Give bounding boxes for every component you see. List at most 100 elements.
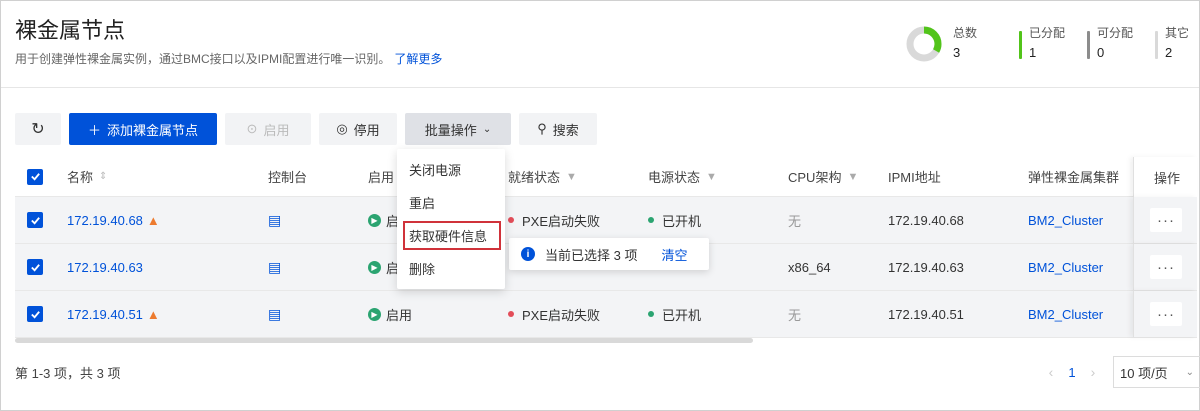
ready-status: PXE启动失败 xyxy=(522,307,601,323)
plus-icon: ＋ xyxy=(87,122,101,138)
power-status: 已开机 xyxy=(662,213,702,229)
console-icon[interactable]: ▤ xyxy=(268,259,281,276)
row-checkbox[interactable] xyxy=(27,212,43,228)
enabled-status-icon: ▶ xyxy=(368,307,381,321)
chevron-down-icon: ⌄ xyxy=(482,123,492,135)
enable-button[interactable]: ⊙ 启用 xyxy=(225,113,311,145)
pagination-summary: 第 1-3 项，共 3 项 xyxy=(15,366,121,381)
more-actions-button[interactable]: ··· xyxy=(1150,302,1182,326)
warning-icon: ▲ xyxy=(146,306,160,322)
row-checkbox[interactable] xyxy=(27,306,43,322)
power-status: 已开机 xyxy=(662,307,702,323)
table-row: 172.19.40.68 ▲ ▤ ▶ 启 PXE启动失败 已开机 无 172.19.… xyxy=(15,197,1197,244)
search-label: 搜索 xyxy=(552,122,579,138)
prev-page-icon[interactable]: ‹ xyxy=(1041,364,1061,380)
col-ops: 操作 xyxy=(1154,170,1181,186)
menu-item-get-hardware-info[interactable]: 获取硬件信息 xyxy=(403,221,501,250)
batch-operations-menu: 关闭电源 重启 获取硬件信息 删除 xyxy=(397,149,505,289)
learn-more-link[interactable]: 了解更多 xyxy=(394,52,442,66)
row-checkbox[interactable] xyxy=(27,259,43,275)
refresh-icon: ↻ xyxy=(31,121,45,138)
filter-icon[interactable]: ▼ xyxy=(566,171,577,183)
page-size-select[interactable]: 10 项/页 ⌄ xyxy=(1113,356,1200,388)
stat-available-bar xyxy=(1087,31,1091,59)
cluster-link[interactable]: BM2_Cluster xyxy=(1028,244,1103,290)
search-button[interactable]: ⚲ 搜索 xyxy=(519,113,597,145)
info-icon: i xyxy=(521,247,535,261)
disable-button[interactable]: ◎ 停用 xyxy=(319,113,397,145)
cpu-arch: x86_64 xyxy=(788,259,831,275)
selection-popover: i 当前已选择 3 项 清空 xyxy=(509,238,709,270)
stat-allocated-label: 已分配 xyxy=(1029,26,1066,40)
cpu-arch: 无 xyxy=(788,213,802,229)
col-cluster: 弹性裸金属集群 xyxy=(1028,170,1120,185)
page-title: 裸金属节点 xyxy=(15,18,126,43)
cluster-link[interactable]: BM2_Cluster xyxy=(1028,197,1103,243)
stat-available-label: 可分配 xyxy=(1097,26,1134,40)
add-node-label: 添加裸金属节点 xyxy=(107,122,199,138)
power-status-dot xyxy=(648,311,654,317)
console-icon[interactable]: ▤ xyxy=(268,212,281,229)
stop-circle-icon: ◎ xyxy=(336,121,348,136)
col-cpu: CPU架构 ▼ xyxy=(788,170,859,185)
warning-icon: ▲ xyxy=(146,212,160,228)
cluster-link[interactable]: BM2_Cluster xyxy=(1028,291,1103,337)
stat-available: 可分配 0 xyxy=(1087,23,1133,63)
ready-status: PXE启动失败 xyxy=(522,213,601,229)
more-actions-button[interactable]: ··· xyxy=(1150,208,1182,232)
col-ipmi: IPMI地址 xyxy=(888,170,941,185)
enabled-status-icon: ▶ xyxy=(368,213,381,227)
stat-available-value: 0 xyxy=(1097,45,1105,60)
header-divider xyxy=(1,87,1199,88)
add-node-button[interactable]: ＋ 添加裸金属节点 xyxy=(69,113,217,145)
filter-icon[interactable]: ▼ xyxy=(706,171,717,183)
next-page-icon[interactable]: › xyxy=(1083,364,1103,380)
stat-total: 总数 3 xyxy=(953,23,977,63)
refresh-button[interactable]: ↻ xyxy=(15,113,61,145)
stat-allocated-bar xyxy=(1019,31,1023,59)
col-name[interactable]: 名称 ⇕ xyxy=(67,157,107,196)
batch-operations-button[interactable]: 批量操作 ⌄ xyxy=(405,113,511,145)
search-icon: ⚲ xyxy=(537,121,547,136)
more-actions-button[interactable]: ··· xyxy=(1150,255,1182,279)
cpu-arch: 无 xyxy=(788,307,802,323)
stat-allocated-value: 1 xyxy=(1029,45,1037,60)
node-name-link[interactable]: 172.19.40.68 xyxy=(67,213,143,228)
stat-total-value: 3 xyxy=(953,45,961,60)
sort-icon[interactable]: ⇕ xyxy=(99,171,107,182)
menu-item-delete[interactable]: 删除 xyxy=(397,252,505,285)
col-console: 控制台 xyxy=(268,170,308,185)
horizontal-scrollbar[interactable] xyxy=(15,338,753,343)
batch-operations-label: 批量操作 xyxy=(424,122,477,138)
selection-count-text: 当前已选择 3 项 xyxy=(545,247,638,263)
stat-other-label: 其它 xyxy=(1165,26,1190,40)
menu-item-power-off[interactable]: 关闭电源 xyxy=(397,153,505,186)
col-power: 电源状态 ▼ xyxy=(648,170,717,185)
allocation-donut-chart xyxy=(906,26,942,62)
ipmi-address: 172.19.40.68 xyxy=(888,212,964,228)
node-name-link[interactable]: 172.19.40.63 xyxy=(67,260,143,275)
menu-item-reboot[interactable]: 重启 xyxy=(397,186,505,219)
pagination: ‹ 1 › 10 项/页 ⌄ xyxy=(1041,356,1200,388)
play-circle-icon: ⊙ xyxy=(246,121,258,136)
node-name-link[interactable]: 172.19.40.51 xyxy=(67,307,143,322)
toolbar: ↻ ＋ 添加裸金属节点 ⊙ 启用 ◎ 停用 批量操作 ⌄ ⚲ 搜索 xyxy=(15,113,597,145)
clear-selection-link[interactable]: 清空 xyxy=(661,245,687,264)
console-icon[interactable]: ▤ xyxy=(268,306,281,323)
select-all-checkbox[interactable] xyxy=(27,168,43,185)
stat-allocated: 已分配 1 xyxy=(1019,23,1065,63)
ipmi-address: 172.19.40.63 xyxy=(888,259,964,275)
ready-status-dot xyxy=(508,311,514,317)
table-header-row: 名称 ⇕ 控制台 启用 就绪状态 ▼ 电源状态 ▼ CPU架构 ▼ IPMI地址 弹性裸… xyxy=(15,157,1197,197)
chevron-down-icon: ⌄ xyxy=(1185,366,1194,378)
col-enabled: 启用 xyxy=(368,170,395,185)
disable-label: 停用 xyxy=(353,122,380,138)
stat-other-bar xyxy=(1155,31,1159,59)
filter-icon[interactable]: ▼ xyxy=(847,171,858,183)
power-status-dot xyxy=(648,217,654,223)
stat-other: 其它 2 xyxy=(1155,23,1189,63)
ipmi-address: 172.19.40.51 xyxy=(888,306,964,322)
enable-label: 启用 xyxy=(263,122,290,138)
enabled-status: 启用 xyxy=(386,307,413,323)
page-number[interactable]: 1 xyxy=(1061,365,1083,380)
